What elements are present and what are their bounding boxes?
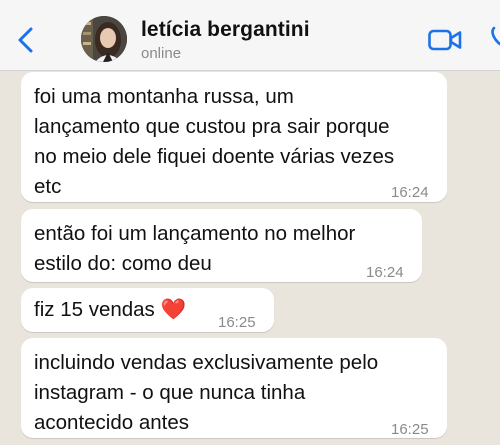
message-bubble[interactable]: então foi um lançamento no melhor estilo… xyxy=(21,209,422,282)
message-text: no meio dele fiquei doente várias vezes xyxy=(34,145,395,168)
message-bubble[interactable]: fiz 15 vendas ❤️ 16:25 xyxy=(21,288,274,332)
avatar[interactable] xyxy=(81,16,127,62)
message-timestamp: 16:25 xyxy=(391,421,429,438)
message-text: instagram - o que nunca tinha xyxy=(34,381,306,404)
message-text: acontecido antes xyxy=(34,411,190,434)
contact-name[interactable]: letícia bergantini xyxy=(141,18,310,42)
message-timestamp: 16:24 xyxy=(366,264,404,281)
message-bubble[interactable]: foi uma montanha russa, um lançamento qu… xyxy=(21,72,447,202)
chat-header: letícia bergantini online xyxy=(0,0,500,71)
message-text: lançamento que custou pra sair porque xyxy=(34,115,390,138)
message-bubble[interactable]: incluindo vendas exclusivamente pelo ins… xyxy=(21,338,447,438)
message-text: foi uma montanha russa, um xyxy=(34,85,294,108)
message-text: estilo do: como deu xyxy=(34,252,212,275)
message-timestamp: 16:24 xyxy=(391,184,429,201)
contact-status: online xyxy=(141,45,182,62)
message-text: etc xyxy=(34,175,62,198)
phone-icon[interactable] xyxy=(490,26,500,48)
message-timestamp: 16:25 xyxy=(218,314,256,331)
video-camera-icon[interactable] xyxy=(428,29,462,51)
message-text: fiz 15 vendas ❤️ xyxy=(34,298,187,321)
message-text: então foi um lançamento no melhor xyxy=(34,222,356,245)
message-text: incluindo vendas exclusivamente pelo xyxy=(34,351,379,374)
chevron-left-icon[interactable] xyxy=(14,26,38,54)
